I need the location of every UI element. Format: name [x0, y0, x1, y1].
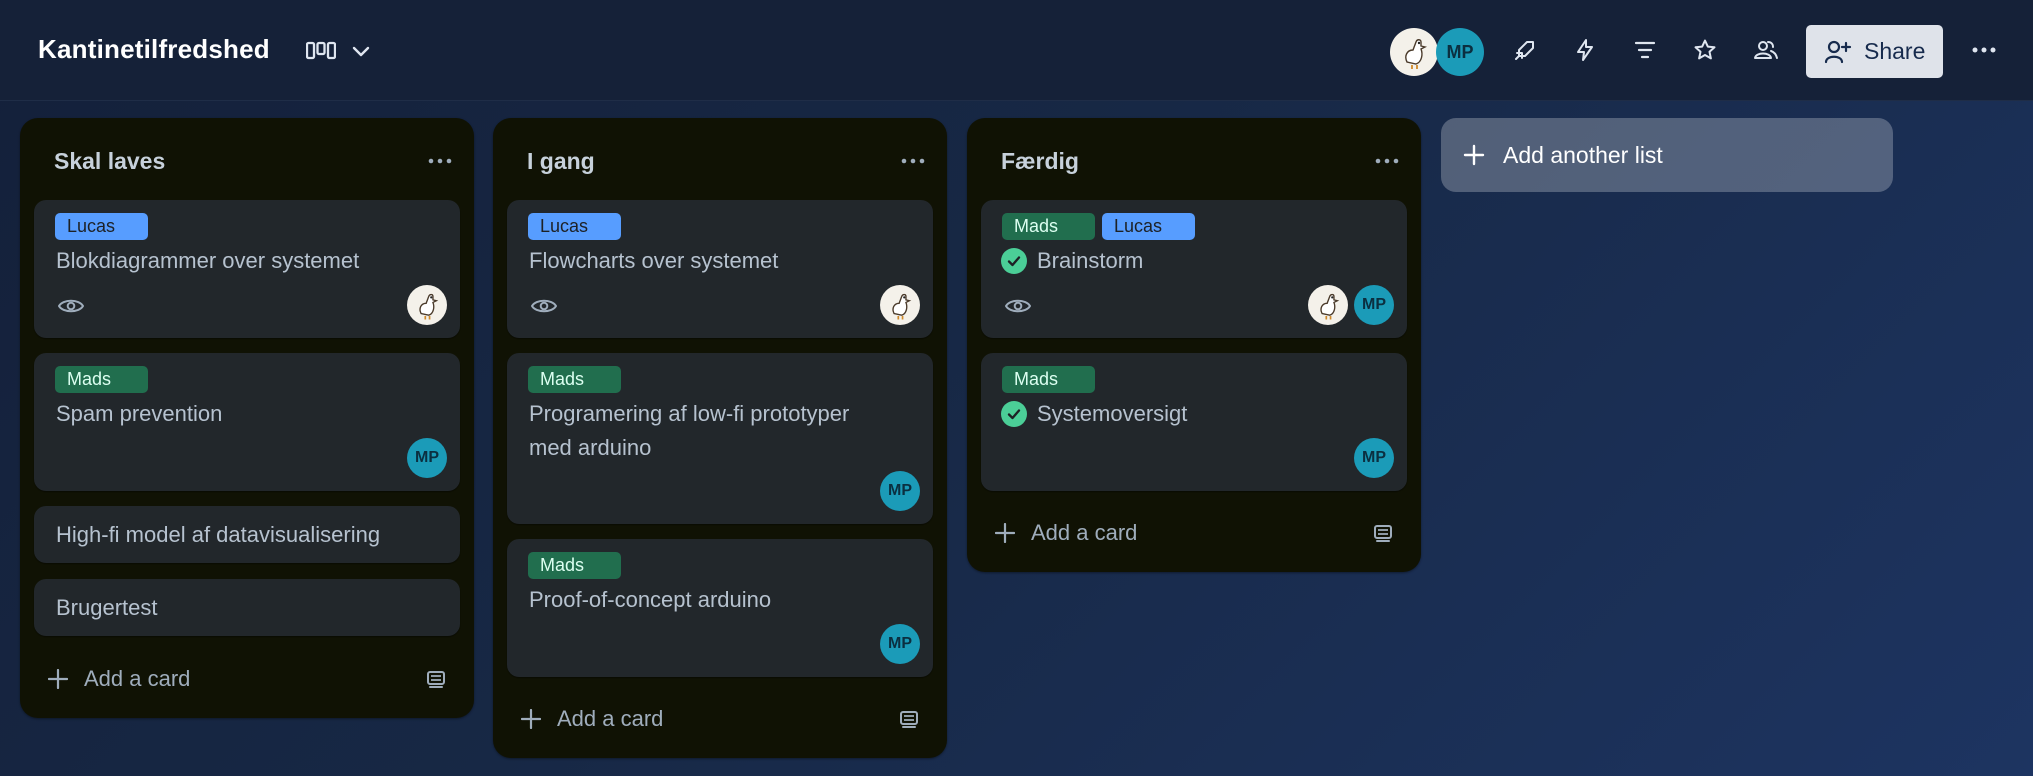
member-initials: MP	[415, 449, 439, 466]
add-card-button[interactable]: Add a card	[521, 706, 663, 732]
automation-icon	[1577, 39, 1593, 61]
card-member-avatar-mp[interactable]: MP	[1354, 285, 1394, 325]
plus-icon	[995, 523, 1015, 543]
member-initials: MP	[1446, 41, 1474, 62]
duck-icon	[419, 293, 439, 320]
card-blokdiagrammer[interactable]: Lucas Blokdiagrammer over systemet	[34, 200, 460, 338]
label-lucas[interactable]: Lucas	[528, 213, 621, 240]
list-skal-laves: Skal laves Lucas Blokdiagrammer over sys…	[20, 118, 474, 718]
star-button[interactable]	[1685, 30, 1725, 70]
power-ups-icon	[1515, 41, 1534, 60]
list-title[interactable]: Skal laves	[54, 148, 165, 175]
card-title: Brainstorm	[1037, 248, 1144, 273]
list-faerdig: Færdig Mads Lucas Brainstorm MP Mads Sys…	[967, 118, 1421, 572]
member-avatar-duck[interactable]	[1390, 28, 1438, 76]
star-icon	[1694, 39, 1716, 60]
list-menu-button[interactable]	[1369, 146, 1405, 176]
card-member-avatar-mp[interactable]: MP	[880, 471, 920, 511]
card-template-icon[interactable]	[1372, 522, 1394, 544]
card-template-icon[interactable]	[898, 708, 920, 730]
automation-button[interactable]	[1565, 30, 1605, 70]
label-lucas[interactable]: Lucas	[55, 213, 148, 240]
list-title[interactable]: I gang	[527, 148, 595, 175]
card-programering[interactable]: Mads Programering af low-fi prototyper m…	[507, 353, 933, 524]
complete-check-icon[interactable]	[1001, 401, 1027, 427]
card-brainstorm[interactable]: Mads Lucas Brainstorm MP	[981, 200, 1407, 338]
visibility-icon	[1754, 41, 1778, 59]
card-title-line-1: Programering af low-fi prototyper	[529, 401, 850, 426]
more-icon	[428, 158, 452, 164]
card-member-avatar-duck[interactable]	[880, 285, 920, 325]
label-mads[interactable]: Mads	[528, 366, 621, 393]
card-member-avatar-mp[interactable]: MP	[880, 624, 920, 664]
add-card-label: Add a card	[1031, 520, 1138, 545]
card-title: Systemoversigt	[1037, 401, 1188, 426]
watching-eye-icon	[531, 299, 557, 313]
member-initials: MP	[1362, 296, 1386, 313]
add-card-button[interactable]: Add a card	[995, 520, 1137, 546]
complete-check-icon[interactable]	[1001, 248, 1027, 274]
more-icon	[901, 158, 925, 164]
member-initials: MP	[888, 635, 912, 652]
share-button[interactable]: Share	[1806, 25, 1943, 78]
label-mads[interactable]: Mads	[1002, 366, 1095, 393]
label-lucas[interactable]: Lucas	[1102, 213, 1195, 240]
label-mads[interactable]: Mads	[55, 366, 148, 393]
card-flowcharts[interactable]: Lucas Flowcharts over systemet	[507, 200, 933, 338]
list-menu-button[interactable]	[895, 146, 931, 176]
card-brugertest[interactable]: Brugertest	[34, 579, 460, 636]
list-title[interactable]: Færdig	[1001, 148, 1079, 175]
list-i-gang: I gang Lucas Flowcharts over systemet Ma…	[493, 118, 947, 758]
card-title-line-2: med arduino	[529, 435, 652, 460]
plus-icon	[48, 669, 68, 689]
card-member-avatar-duck[interactable]	[1308, 285, 1348, 325]
add-card-label: Add a card	[557, 706, 664, 731]
add-person-icon	[1824, 40, 1852, 63]
add-card-button[interactable]: Add a card	[48, 666, 190, 692]
card-title: Proof-of-concept arduino	[529, 587, 772, 612]
card-title: Spam prevention	[56, 401, 223, 426]
label-mads[interactable]: Mads	[528, 552, 621, 579]
card-title: Flowcharts over systemet	[529, 248, 779, 273]
more-icon	[1972, 47, 1996, 53]
card-member-avatar-mp[interactable]: MP	[1354, 438, 1394, 478]
card-title: High-fi model af datavisualisering	[56, 522, 381, 547]
card-title: Brugertest	[56, 595, 158, 620]
watching-eye-icon	[1005, 299, 1031, 313]
board-view-switcher[interactable]	[300, 36, 380, 66]
board-title[interactable]: Kantinetilfredshed	[38, 34, 270, 65]
member-initials: MP	[888, 482, 912, 499]
card-template-icon[interactable]	[425, 668, 447, 690]
member-initials: MP	[1362, 449, 1386, 466]
card-proof-of-concept[interactable]: Mads Proof-of-concept arduino MP	[507, 539, 933, 677]
add-card-label: Add a card	[84, 666, 191, 691]
duck-icon	[1405, 39, 1428, 69]
add-another-list-button[interactable]: Add another list	[1441, 118, 1893, 192]
board-header: Kantinetilfredshed MP Share	[0, 0, 2033, 101]
list-menu-button[interactable]	[422, 146, 458, 176]
chevron-down-icon	[352, 46, 370, 57]
card-high-fi-model[interactable]: High-fi model af datavisualisering	[34, 506, 460, 563]
plus-icon	[521, 709, 541, 729]
add-list-label: Add another list	[1503, 141, 1663, 168]
member-avatar-mp[interactable]: MP	[1436, 28, 1484, 76]
filter-icon	[1634, 41, 1656, 59]
card-member-avatar-mp[interactable]: MP	[407, 438, 447, 478]
card-spam-prevention[interactable]: Mads Spam prevention MP	[34, 353, 460, 491]
duck-icon	[1320, 293, 1340, 320]
filter-button[interactable]	[1625, 30, 1665, 70]
visibility-button[interactable]	[1745, 30, 1785, 70]
card-title: Blokdiagrammer over systemet	[56, 248, 360, 273]
card-systemoversigt[interactable]: Mads Systemoversigt MP	[981, 353, 1407, 491]
label-mads[interactable]: Mads	[1002, 213, 1095, 240]
more-icon	[1375, 158, 1399, 164]
power-ups-button[interactable]	[1505, 30, 1545, 70]
card-member-avatar-duck[interactable]	[407, 285, 447, 325]
share-label: Share	[1864, 38, 1926, 64]
board-menu-button[interactable]	[1963, 30, 2003, 70]
plus-icon	[1463, 144, 1485, 166]
duck-icon	[892, 293, 912, 320]
watching-eye-icon	[58, 299, 84, 313]
board-view-icon	[306, 41, 336, 60]
